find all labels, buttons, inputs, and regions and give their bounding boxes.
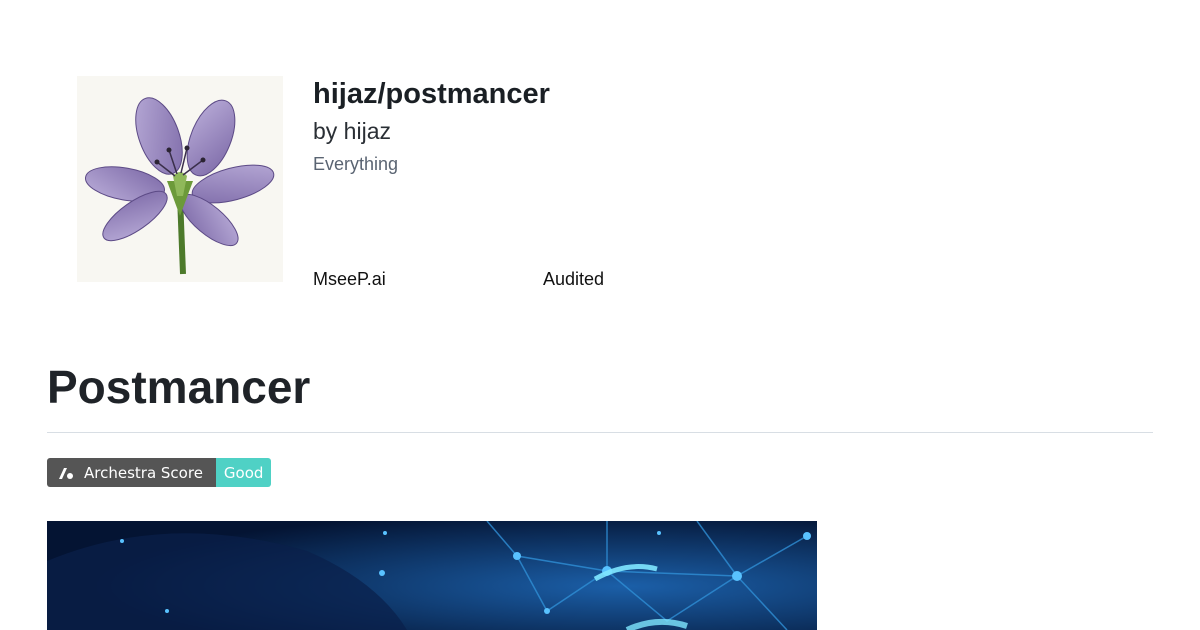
repo-title[interactable]: hijaz/postmancer bbox=[313, 78, 550, 111]
archestra-score-badge[interactable]: Archestra Score Good bbox=[47, 458, 272, 487]
archestra-logo-icon bbox=[59, 467, 73, 479]
score-badge-value: Good bbox=[215, 458, 272, 487]
repo-category[interactable]: Everything bbox=[313, 154, 398, 175]
score-badge-label: Archestra Score bbox=[47, 458, 216, 487]
page: hijaz/postmancer by hijaz Everything Mse… bbox=[0, 0, 1200, 630]
mseep-badge[interactable]: MseeP.ai bbox=[313, 269, 386, 290]
page-title: Postmancer bbox=[47, 361, 311, 413]
audited-badge[interactable]: Audited bbox=[543, 269, 604, 290]
repo-author[interactable]: by hijaz bbox=[313, 118, 391, 145]
title-divider bbox=[47, 432, 1153, 433]
network-banner-graphic bbox=[47, 521, 817, 630]
repo-logo bbox=[77, 76, 283, 282]
flower-logo-icon bbox=[85, 97, 275, 275]
hero-banner-image bbox=[47, 521, 817, 630]
score-label-text: Archestra Score bbox=[84, 463, 203, 482]
